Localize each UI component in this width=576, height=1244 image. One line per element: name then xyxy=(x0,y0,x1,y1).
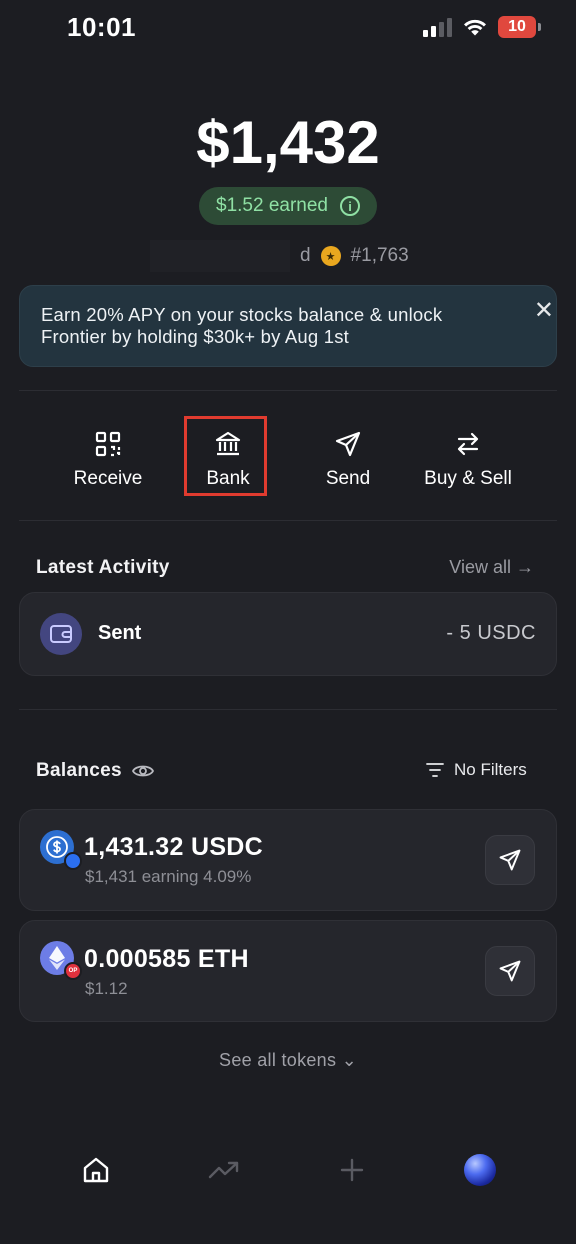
total-balance: $1,432 xyxy=(196,109,380,176)
buy-sell-button[interactable]: Buy & Sell xyxy=(408,430,528,490)
send-icon xyxy=(335,431,361,457)
profile-globe-icon xyxy=(464,1154,496,1186)
receive-label: Receive xyxy=(73,468,143,489)
swap-icon xyxy=(457,432,479,456)
cellular-signal-icon xyxy=(423,17,452,37)
wifi-icon xyxy=(464,19,486,36)
optimism-badge-icon: OP xyxy=(64,962,82,980)
view-all-link[interactable]: View all → xyxy=(449,557,534,578)
filter-label: No Filters xyxy=(454,760,527,779)
promo-text: Earn 20% APY on your stocks balance & un… xyxy=(41,304,443,347)
nav-profile[interactable] xyxy=(460,1150,500,1190)
nav-trending[interactable] xyxy=(204,1150,244,1190)
balances-title: Balances xyxy=(36,760,122,781)
plus-icon xyxy=(340,1158,364,1182)
username-suffix: d xyxy=(300,245,311,266)
qr-code-icon xyxy=(95,431,121,457)
balances-header: Balances xyxy=(36,760,154,782)
divider xyxy=(19,520,557,521)
send-label: Send xyxy=(325,468,371,489)
status-icons: 10 xyxy=(423,16,541,38)
filter-icon xyxy=(426,763,444,777)
activity-label: Sent xyxy=(98,622,142,644)
bank-highlight-box xyxy=(184,416,267,496)
token-subtext: $1.12 xyxy=(85,979,128,998)
send-icon xyxy=(499,960,521,982)
divider xyxy=(19,390,557,391)
send-button[interactable]: Send xyxy=(288,430,408,490)
redacted-username xyxy=(150,240,290,272)
send-icon xyxy=(499,849,521,871)
trending-icon xyxy=(208,1161,239,1179)
info-icon[interactable]: i xyxy=(340,196,360,216)
rank-badge-icon: ★ xyxy=(320,246,341,266)
close-icon[interactable]: ✕ xyxy=(534,296,554,325)
nav-add[interactable] xyxy=(332,1150,372,1190)
eye-icon[interactable] xyxy=(131,763,154,779)
buy-sell-label: Buy & Sell xyxy=(424,468,512,489)
see-all-tokens-link[interactable]: See all tokens ⌄ xyxy=(0,1050,576,1071)
filter-button[interactable]: No Filters xyxy=(426,760,527,780)
token-subtext: $1,431 earning 4.09% xyxy=(85,867,252,886)
promo-banner[interactable]: Earn 20% APY on your stocks balance & un… xyxy=(19,285,557,367)
battery-icon: 10 xyxy=(498,16,541,38)
token-amount: 0.000585 ETH xyxy=(84,945,249,973)
usdc-network-badge-icon xyxy=(64,852,82,870)
wallet-icon xyxy=(40,613,82,655)
send-token-button[interactable] xyxy=(485,946,535,996)
earned-pill[interactable]: $1.52 earned i xyxy=(199,187,377,225)
home-icon xyxy=(83,1157,109,1183)
activity-amount: - 5 USDC xyxy=(446,622,536,644)
battery-level: 10 xyxy=(508,18,526,35)
token-amount: 1,431.32 USDC xyxy=(84,833,263,861)
activity-title: Latest Activity xyxy=(36,557,170,578)
earned-label: $1.52 earned xyxy=(216,195,328,216)
divider xyxy=(19,709,557,710)
status-time: 10:01 xyxy=(67,12,136,42)
rank-number: #1,763 xyxy=(350,245,409,266)
receive-button[interactable]: Receive xyxy=(48,430,168,490)
user-row: d ★ #1,763 xyxy=(150,240,409,272)
nav-home[interactable] xyxy=(76,1150,116,1190)
send-token-button[interactable] xyxy=(485,835,535,885)
